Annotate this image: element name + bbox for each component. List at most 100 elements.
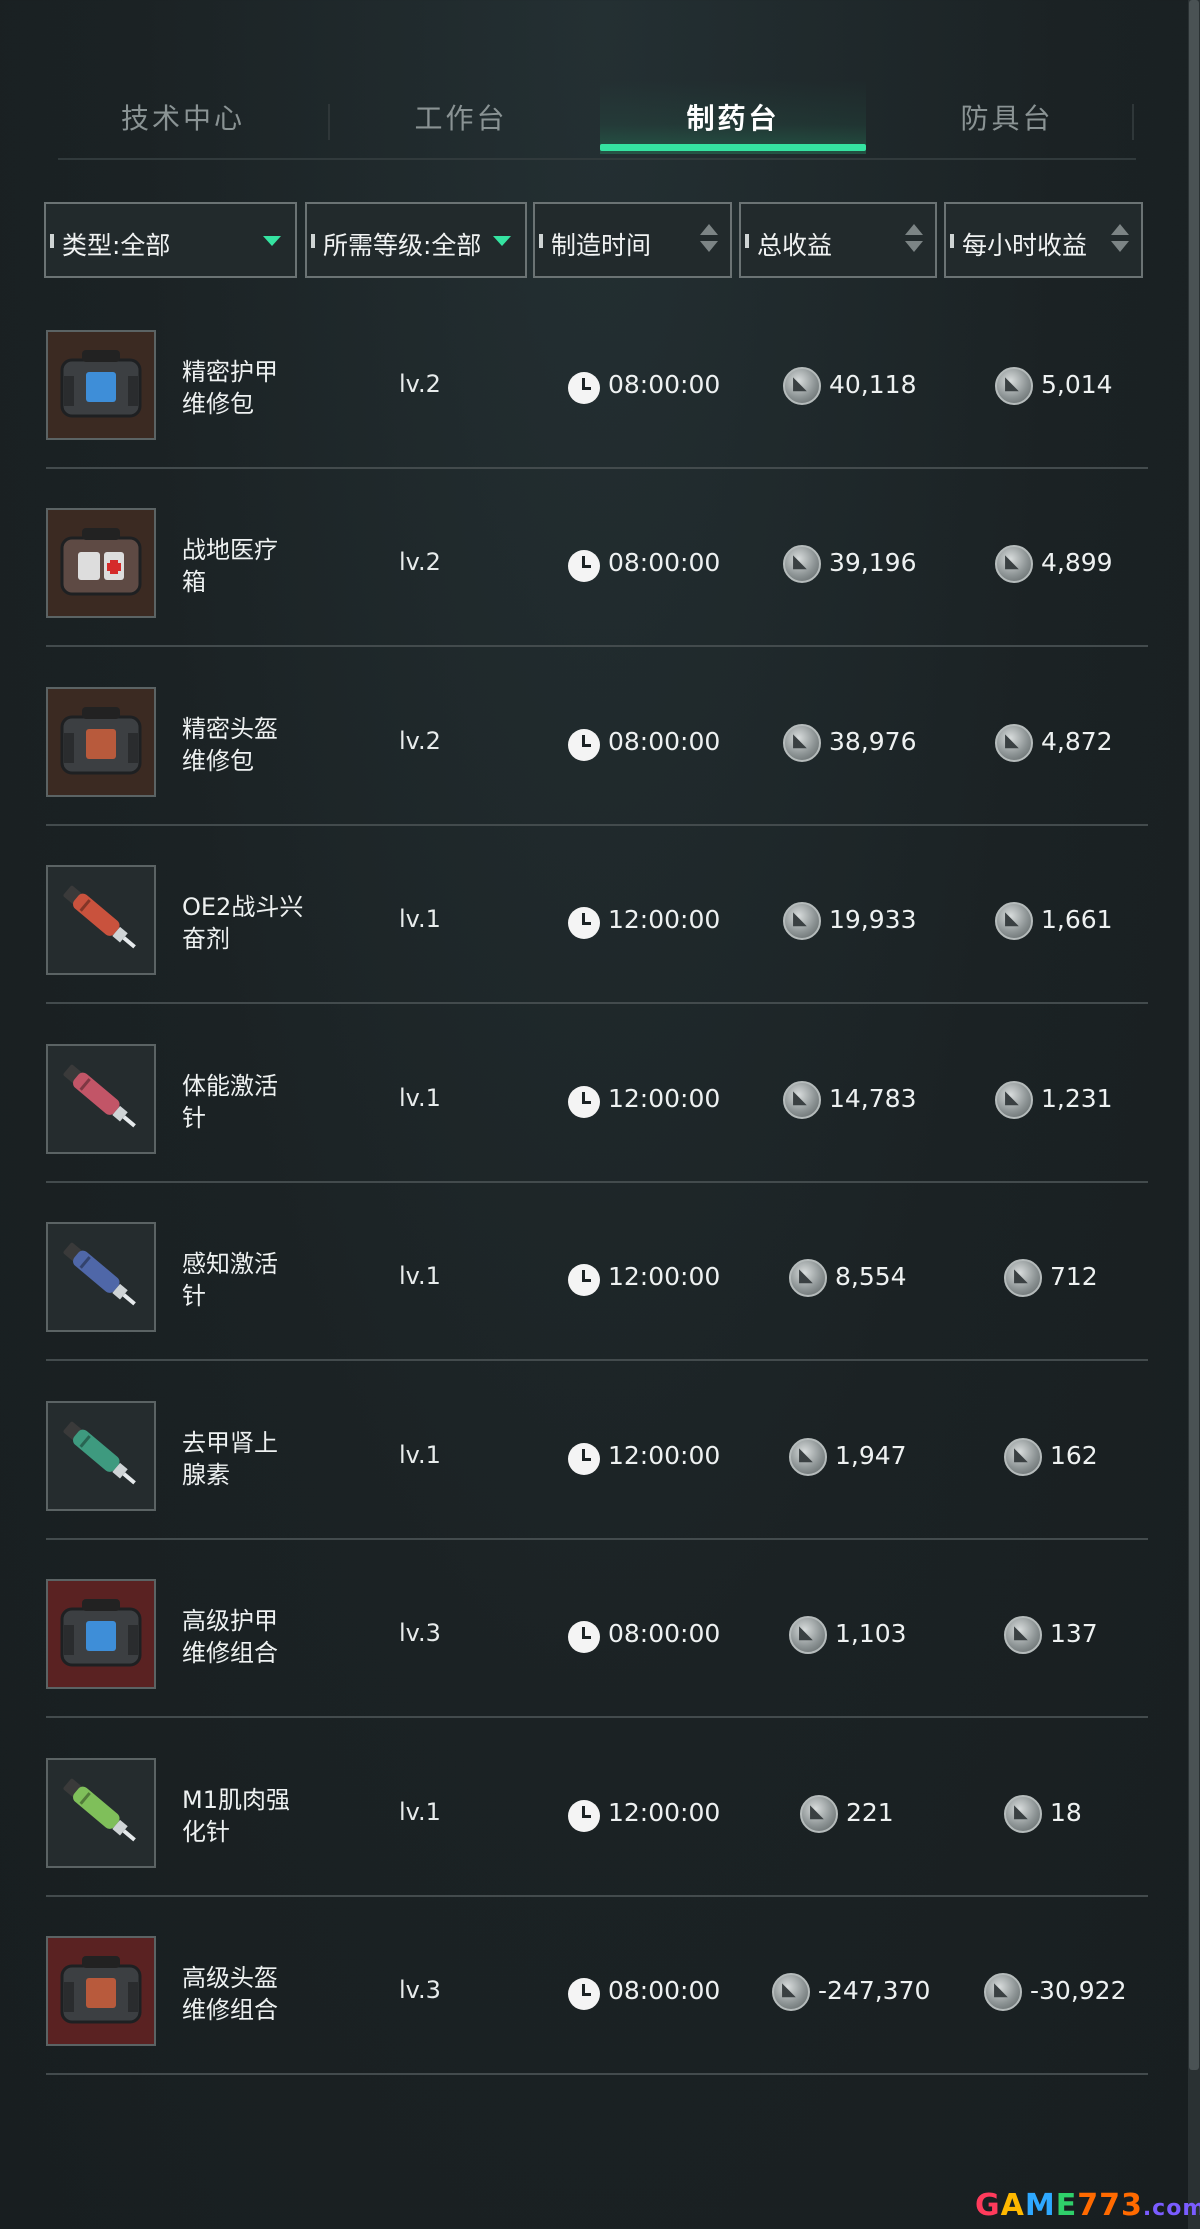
hourly-profit: 5,014	[1041, 370, 1113, 399]
hourly-profit: 162	[1050, 1441, 1098, 1470]
craft-time: 12:00:00	[608, 1441, 721, 1470]
recipe-row[interactable]: M1肌肉强化针 lv.1 12:00:00 221 18	[46, 1740, 1148, 1918]
sort-time-button[interactable]: 制造时间	[533, 202, 732, 278]
hourly-profit: 712	[1050, 1262, 1098, 1291]
clock-icon	[568, 729, 600, 761]
coin-icon	[783, 1081, 821, 1119]
total-profit: 221	[846, 1798, 894, 1827]
item-name: 体能激活针	[182, 1072, 278, 1132]
required-level: lv.2	[399, 727, 441, 755]
craft-time: 08:00:00	[608, 1976, 721, 2005]
coin-icon	[783, 902, 821, 940]
required-level: lv.1	[399, 1262, 441, 1290]
coin-icon	[1004, 1616, 1042, 1654]
recipe-row[interactable]: 精密护甲维修包 lv.2 08:00:00 40,118 5,014	[46, 312, 1148, 490]
row-divider	[46, 2073, 1148, 2075]
item-name: 精密头盔 维修包	[182, 715, 278, 775]
item-name: 高级护甲 维修组合	[182, 1607, 278, 1667]
tab-tech-center[interactable]: 技术中心	[58, 80, 308, 154]
syringe-icon	[46, 865, 156, 975]
total-profit: -247,370	[818, 1976, 931, 2005]
coin-icon	[995, 545, 1033, 583]
recipe-row[interactable]: 精密头盔维修包 lv.2 08:00:00 38,976 4,872	[46, 669, 1148, 847]
sort-hourly-button[interactable]: 每小时收益	[944, 202, 1143, 278]
coin-icon	[1004, 1795, 1042, 1833]
item-name: 精密护甲 维修包	[182, 358, 278, 418]
syringe-icon	[46, 1758, 156, 1868]
recipe-row[interactable]: 高级护甲维修组合 lv.3 08:00:00 1,103 137	[46, 1561, 1148, 1739]
tab-pharmacy[interactable]: 制药台	[600, 80, 866, 154]
craft-time: 08:00:00	[608, 370, 721, 399]
craft-time: 08:00:00	[608, 548, 721, 577]
watermark-logo: GAME773.com	[975, 2188, 1200, 2223]
tab-divider	[1132, 104, 1134, 140]
hourly-profit: 1,231	[1041, 1084, 1113, 1113]
row-divider	[46, 467, 1148, 469]
filter-tick	[950, 234, 954, 248]
chevron-down-icon	[263, 236, 281, 246]
sort-hourly-label: 每小时收益	[962, 231, 1088, 260]
sort-time-label: 制造时间	[551, 231, 652, 260]
active-tab-indicator	[600, 144, 866, 151]
row-divider	[46, 824, 1148, 826]
type-filter-dropdown[interactable]: 类型:全部	[44, 202, 297, 278]
clock-icon	[568, 1621, 600, 1653]
hourly-profit: 137	[1050, 1619, 1098, 1648]
coin-icon	[1004, 1259, 1042, 1297]
item-name: 去甲肾上 腺素	[182, 1429, 278, 1489]
recipe-row[interactable]: 高级头盔维修组合 lv.3 08:00:00 -247,370 -30,922	[46, 1918, 1148, 2096]
recipe-row[interactable]: 去甲肾上腺素 lv.1 12:00:00 1,947 162	[46, 1383, 1148, 1561]
coin-icon	[783, 367, 821, 405]
total-profit: 8,554	[835, 1262, 907, 1291]
clock-icon	[568, 1978, 600, 2010]
craft-time: 12:00:00	[608, 1262, 721, 1291]
coin-icon	[789, 1616, 827, 1654]
sort-total-label: 总收益	[757, 231, 833, 260]
craft-time: 08:00:00	[608, 1619, 721, 1648]
row-divider	[46, 645, 1148, 647]
type-filter-label: 类型:全部	[62, 231, 171, 260]
level-filter-dropdown[interactable]: 所需等级:全部	[305, 202, 527, 278]
required-level: lv.3	[399, 1619, 441, 1647]
row-divider	[46, 1895, 1148, 1897]
recipe-row[interactable]: 体能激活针 lv.1 12:00:00 14,783 1,231	[46, 1026, 1148, 1204]
tabs-underline	[58, 158, 1136, 160]
level-filter-label: 所需等级:全部	[323, 231, 482, 260]
total-profit: 1,947	[835, 1441, 907, 1470]
coin-icon	[995, 724, 1033, 762]
clock-icon	[568, 907, 600, 939]
coin-icon	[783, 545, 821, 583]
tab-workbench[interactable]: 工作台	[336, 80, 586, 154]
craft-time: 12:00:00	[608, 1084, 721, 1113]
scrollbar-thumb[interactable]	[1189, 0, 1199, 2070]
item-name: M1肌肉强 化针	[182, 1786, 290, 1846]
total-profit: 1,103	[835, 1619, 907, 1648]
required-level: lv.1	[399, 1798, 441, 1826]
helmet-repair-combo-icon	[46, 1936, 156, 2046]
sort-total-button[interactable]: 总收益	[739, 202, 937, 278]
row-divider	[46, 1359, 1148, 1361]
filter-tick	[311, 234, 315, 248]
row-divider	[46, 1181, 1148, 1183]
clock-icon	[568, 1086, 600, 1118]
clock-icon	[568, 550, 600, 582]
required-level: lv.2	[399, 370, 441, 398]
recipe-row[interactable]: OE2战斗兴奋剂 lv.1 12:00:00 19,933 1,661	[46, 847, 1148, 1025]
armor-repair-combo-icon	[46, 1579, 156, 1689]
chevron-down-icon	[493, 236, 511, 246]
tab-armor-bench[interactable]: 防具台	[882, 80, 1132, 154]
syringe-icon	[46, 1222, 156, 1332]
coin-icon	[995, 902, 1033, 940]
sort-arrows-icon	[1111, 224, 1131, 256]
clock-icon	[568, 1443, 600, 1475]
coin-icon	[783, 724, 821, 762]
row-divider	[46, 1538, 1148, 1540]
hourly-profit: 4,872	[1041, 727, 1113, 756]
item-name: 战地医疗箱	[182, 536, 278, 596]
recipe-row[interactable]: 感知激活针 lv.1 12:00:00 8,554 712	[46, 1204, 1148, 1382]
row-divider	[46, 1716, 1148, 1718]
recipe-row[interactable]: 战地医疗箱 lv.2 08:00:00 39,196 4,899	[46, 490, 1148, 668]
item-name: OE2战斗兴 奋剂	[182, 893, 304, 953]
armor-repair-kit-icon	[46, 330, 156, 440]
required-level: lv.3	[399, 1976, 441, 2004]
